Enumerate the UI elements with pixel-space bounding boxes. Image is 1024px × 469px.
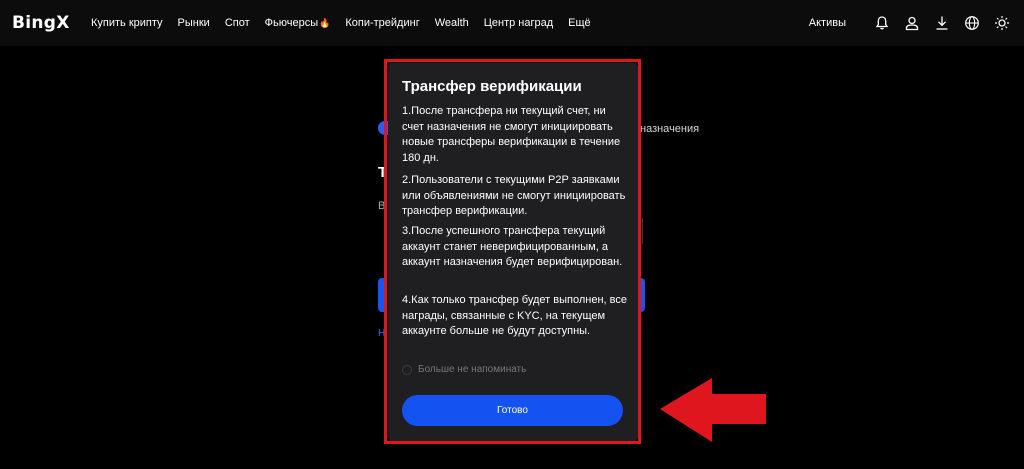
dont-remind-row[interactable]: Больше не напоминать bbox=[402, 364, 526, 375]
nav-futures-label: Фьючерсы bbox=[264, 17, 319, 29]
done-button[interactable]: Готово bbox=[402, 395, 623, 426]
nav-spot[interactable]: Спот bbox=[225, 17, 250, 29]
assets-link[interactable]: Активы bbox=[809, 17, 846, 29]
bingx-logo[interactable]: BingX bbox=[12, 13, 70, 33]
nav-rewards-center[interactable]: Центр наград bbox=[484, 17, 553, 29]
background-submit-button-edge bbox=[378, 278, 386, 312]
globe-icon[interactable] bbox=[964, 15, 980, 31]
background-submit-button-edge-right bbox=[637, 278, 645, 312]
background-heading-fragment: Т bbox=[378, 164, 388, 181]
background-step-indicator bbox=[378, 121, 388, 135]
nav-buy-crypto[interactable]: Купить крипту bbox=[91, 17, 163, 29]
background-input-edge bbox=[642, 218, 643, 244]
nav-futures[interactable]: Фьючерсы🔥 bbox=[265, 17, 331, 29]
user-icon[interactable] bbox=[904, 15, 920, 31]
background-destination-label: назначения bbox=[640, 123, 700, 135]
nav-copy-trading[interactable]: Копи-трейдинг bbox=[345, 17, 419, 29]
modal-rule-2: 2.Пользователи с текущими P2P заявками и… bbox=[402, 174, 626, 217]
main-nav: Купить крипту Рынки Спот Фьючерсы🔥 Копи-… bbox=[91, 0, 606, 46]
nav-wealth[interactable]: Wealth bbox=[435, 17, 469, 29]
red-arrow-icon bbox=[660, 378, 766, 442]
sun-icon[interactable] bbox=[994, 15, 1010, 31]
dont-remind-label[interactable]: Больше не напоминать bbox=[418, 364, 526, 375]
nav-more[interactable]: Ещё bbox=[568, 17, 591, 29]
fire-icon: 🔥 bbox=[319, 18, 331, 28]
modal-rule-3: 3.После успешного трансфера текущий акка… bbox=[402, 225, 623, 268]
top-navigation-bar: BingX Купить крипту Рынки Спот Фьючерсы🔥… bbox=[0, 0, 1024, 46]
bell-icon[interactable] bbox=[874, 15, 890, 31]
background-link-fragment: Н bbox=[378, 328, 386, 339]
modal-rule-1: 1.После трансфера ни текущий счет, ни сч… bbox=[402, 105, 621, 164]
nav-markets[interactable]: Рынки bbox=[178, 17, 210, 29]
modal-title: Трансфер верификации bbox=[402, 78, 582, 95]
dont-remind-checkbox[interactable] bbox=[402, 364, 412, 375]
download-icon[interactable] bbox=[934, 15, 950, 31]
background-field-label-fragment: В bbox=[378, 200, 386, 212]
modal-rule-4: 4.Как только трансфер будет выполнен, вс… bbox=[402, 294, 627, 337]
header-actions: Активы bbox=[809, 0, 1010, 46]
